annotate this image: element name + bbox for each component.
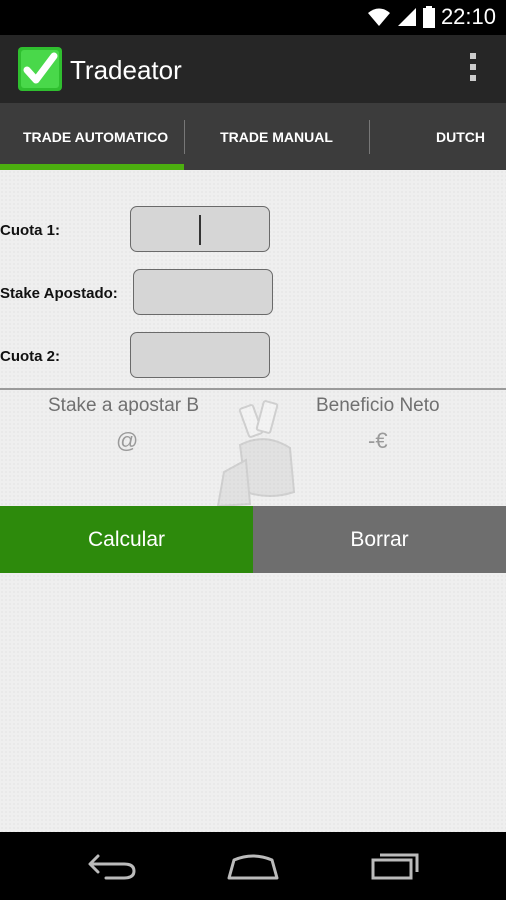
checkmark-icon <box>18 47 62 91</box>
beneficio-neto-value: -€ <box>368 428 388 453</box>
stake-a-apostar-label: Stake a apostar B <box>48 395 200 416</box>
battery-icon <box>422 6 435 28</box>
stake-apostado-input[interactable] <box>133 269 273 315</box>
calcular-label: Calcular <box>87 527 166 551</box>
cuota2-input[interactable] <box>130 332 270 378</box>
stake-apostado-label: Stake Apostado: <box>0 285 118 302</box>
beneficio-neto-label: Beneficio Neto <box>316 395 440 416</box>
cuota1-input[interactable] <box>130 206 270 252</box>
calcular-button[interactable]: Calcular <box>0 506 253 573</box>
money-hand-icon <box>216 400 296 508</box>
main-content: Cuota 1: Stake Apostado: Cuota 2: Stake … <box>0 170 506 832</box>
stake-a-apostar-value: @ <box>116 428 139 453</box>
text-cursor <box>199 215 201 245</box>
navigation-bar <box>0 832 506 900</box>
clock: 22:10 <box>440 4 496 29</box>
tab-label: DUTCH <box>436 128 485 145</box>
tab-divider <box>184 120 185 154</box>
cuota2-label: Cuota 2: <box>0 348 60 365</box>
recent-apps-icon[interactable] <box>370 850 422 882</box>
tab-dutch[interactable]: DUTCH <box>369 103 506 170</box>
tab-bar: TRADE AUTOMATICO TRADE MANUAL DUTCH <box>0 103 506 170</box>
cuota1-label: Cuota 1: <box>0 222 60 239</box>
wifi-icon <box>367 8 390 26</box>
status-icons: 22:10 <box>367 4 496 30</box>
tab-trade-automatico[interactable]: TRADE AUTOMATICO <box>0 103 184 170</box>
tab-label: TRADE MANUAL <box>220 128 333 145</box>
borrar-label: Borrar <box>350 527 409 551</box>
home-icon[interactable] <box>226 850 280 882</box>
app-title: Tradeator <box>70 55 182 85</box>
divider <box>0 388 506 390</box>
borrar-button[interactable]: Borrar <box>253 506 506 573</box>
tab-trade-manual[interactable]: TRADE MANUAL <box>184 103 369 170</box>
overflow-menu-icon[interactable] <box>468 53 478 85</box>
tab-divider <box>369 120 370 154</box>
signal-icon <box>397 8 416 26</box>
action-bar: Tradeator <box>0 35 506 103</box>
back-icon[interactable] <box>86 850 138 882</box>
status-bar: 22:10 <box>0 0 506 35</box>
tab-label: TRADE AUTOMATICO <box>23 128 169 145</box>
